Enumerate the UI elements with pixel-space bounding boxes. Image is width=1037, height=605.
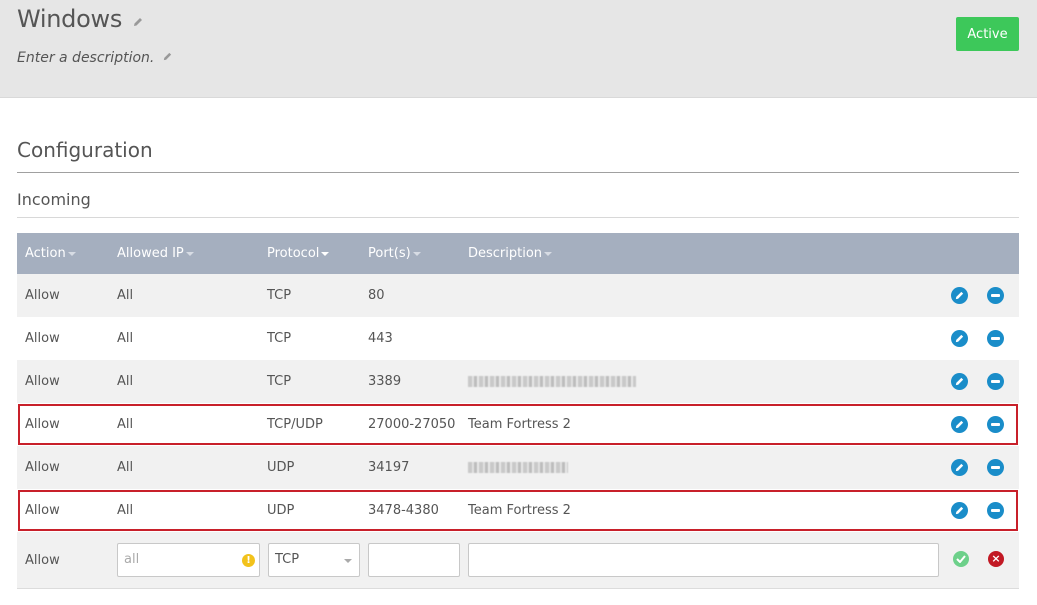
blurred-text [468, 462, 568, 473]
table-row: Allow All UDP 34197 [17, 446, 1019, 489]
column-label: Description [468, 246, 543, 261]
table-row: Allow All TCP 443 [17, 317, 1019, 360]
description-input[interactable] [468, 543, 939, 577]
edit-icon[interactable] [951, 287, 968, 304]
edit-title-pencil-icon[interactable] [132, 6, 144, 34]
column-label: Protocol [267, 246, 320, 261]
column-header-allowed-ip[interactable]: Allowed IP [117, 233, 194, 274]
cell-action: Allow [25, 460, 60, 475]
cell-allowed-ip: All [117, 331, 134, 346]
edit-icon[interactable] [951, 416, 968, 433]
remove-icon[interactable] [987, 287, 1004, 304]
title-text: Windows [17, 5, 123, 33]
sort-caret-icon [67, 251, 76, 256]
cell-ports: 27000-27050 [368, 417, 456, 432]
cell-ports: 3478-4380 [368, 503, 439, 518]
page-header: Windows Enter a description. Active [0, 0, 1037, 98]
cell-allowed-ip: All [117, 503, 134, 518]
cell-description: Team Fortress 2 [468, 503, 571, 518]
status-active-button[interactable]: Active [956, 17, 1019, 51]
cell-description-blurred [468, 360, 636, 403]
page-description[interactable]: Enter a description. [17, 50, 173, 66]
cell-action: Allow [25, 503, 60, 518]
remove-icon[interactable] [987, 502, 1004, 519]
protocol-select[interactable]: TCP [268, 543, 360, 577]
sort-caret-icon [185, 251, 194, 256]
edit-icon[interactable] [951, 373, 968, 390]
column-label: Port(s) [368, 246, 411, 261]
chevron-down-icon [344, 559, 352, 563]
cell-ports: 443 [368, 331, 393, 346]
remove-icon[interactable] [987, 416, 1004, 433]
cell-protocol: TCP/UDP [267, 417, 323, 432]
cell-ports: 80 [368, 288, 385, 303]
page-title[interactable]: Windows [17, 5, 144, 34]
edit-description-pencil-icon[interactable] [162, 50, 173, 66]
sort-caret-icon [321, 251, 330, 256]
cell-protocol: TCP [267, 288, 292, 303]
remove-icon[interactable] [987, 459, 1004, 476]
new-rule-row: Allow all ! TCP × [17, 532, 1019, 589]
cell-allowed-ip: All [117, 460, 134, 475]
sort-caret-icon [544, 251, 553, 256]
divider [17, 217, 1019, 218]
cell-allowed-ip: All [117, 417, 134, 432]
warning-icon: ! [242, 554, 255, 567]
allowed-ip-placeholder: all [124, 552, 140, 567]
cell-protocol: TCP [267, 374, 292, 389]
sort-caret-icon [412, 251, 421, 256]
section-heading-configuration: Configuration [17, 138, 153, 162]
cancel-x-icon[interactable]: × [988, 551, 1004, 567]
table-row-highlighted: Allow All TCP/UDP 27000-27050 Team Fortr… [17, 403, 1019, 446]
allowed-ip-input[interactable]: all ! [117, 543, 260, 577]
cell-action: Allow [25, 417, 60, 432]
confirm-check-icon[interactable] [953, 551, 969, 567]
new-rule-action: Allow [25, 553, 60, 568]
cell-ports: 34197 [368, 460, 410, 475]
cell-protocol: UDP [267, 460, 295, 475]
description-text: Enter a description. [17, 50, 155, 66]
incoming-rules-table: Action Allowed IP Protocol Port(s) Descr… [17, 233, 1019, 589]
cell-ports: 3389 [368, 374, 402, 389]
column-label: Action [25, 246, 66, 261]
cell-action: Allow [25, 374, 60, 389]
cell-protocol: TCP [267, 331, 292, 346]
edit-icon[interactable] [951, 459, 968, 476]
table-header: Action Allowed IP Protocol Port(s) Descr… [17, 233, 1019, 274]
blurred-text [468, 376, 636, 387]
remove-icon[interactable] [987, 373, 1004, 390]
column-header-protocol[interactable]: Protocol [267, 233, 330, 274]
edit-icon[interactable] [951, 330, 968, 347]
divider [17, 172, 1019, 173]
column-header-action[interactable]: Action [25, 233, 76, 274]
cell-allowed-ip: All [117, 288, 134, 303]
column-header-description[interactable]: Description [468, 233, 553, 274]
section-heading-incoming: Incoming [17, 190, 91, 209]
remove-icon[interactable] [987, 330, 1004, 347]
cell-allowed-ip: All [117, 374, 134, 389]
protocol-selected-value: TCP [275, 552, 300, 567]
table-row: Allow All TCP 80 [17, 274, 1019, 317]
edit-icon[interactable] [951, 502, 968, 519]
cell-protocol: UDP [267, 503, 295, 518]
cell-action: Allow [25, 331, 60, 346]
cell-description: Team Fortress 2 [468, 417, 571, 432]
cell-description-blurred [468, 446, 568, 489]
ports-input[interactable] [368, 543, 460, 577]
cell-action: Allow [25, 288, 60, 303]
column-label: Allowed IP [117, 246, 184, 261]
column-header-ports[interactable]: Port(s) [368, 233, 421, 274]
table-row: Allow All TCP 3389 [17, 360, 1019, 403]
table-row-highlighted: Allow All UDP 3478-4380 Team Fortress 2 [17, 489, 1019, 532]
